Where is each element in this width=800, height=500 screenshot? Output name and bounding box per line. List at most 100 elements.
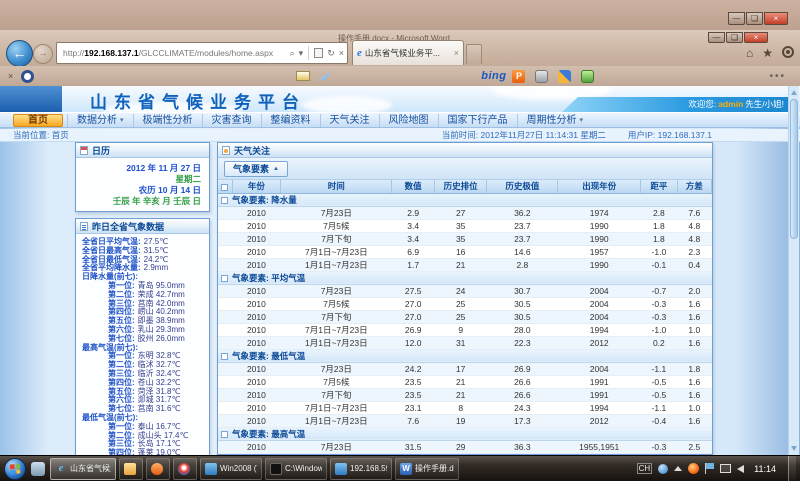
scrollbar-thumb[interactable] xyxy=(790,99,798,239)
maximize-icon[interactable]: ❏ xyxy=(726,32,743,43)
home-icon[interactable]: ⌂ xyxy=(746,46,753,60)
table-cell: 2.3 xyxy=(677,245,711,258)
favorites-star-icon[interactable]: ★ xyxy=(762,46,773,60)
tray-app-icon[interactable] xyxy=(658,464,668,474)
checkbox[interactable] xyxy=(221,197,228,204)
toolbar-more-icon[interactable]: ••• xyxy=(769,71,786,82)
scroll-down-icon[interactable] xyxy=(791,446,797,451)
close-icon[interactable]: × xyxy=(764,12,788,25)
table-cell: 2.9 xyxy=(392,206,434,219)
bing-logo[interactable]: bing xyxy=(481,70,506,82)
firefox-tray-icon[interactable] xyxy=(688,463,699,474)
checkbox[interactable] xyxy=(221,353,228,360)
action-center-flag-icon[interactable] xyxy=(705,463,714,474)
column-header: 方差 xyxy=(677,180,711,193)
checkbox[interactable] xyxy=(221,275,228,282)
taskbar-button-ie[interactable]: e山东省气候业... xyxy=(50,458,116,480)
table-row: 20107月23日2.92736.219742.87.6 xyxy=(218,206,712,219)
taskbar-button-folder[interactable] xyxy=(119,458,143,480)
group-header-row[interactable]: 气象要素: 最低气温 xyxy=(218,349,712,362)
rank-value: 临沭 32.7℃ xyxy=(138,360,181,369)
maximize-icon[interactable]: ❏ xyxy=(746,12,763,25)
taskbar-clock[interactable]: 11:14 xyxy=(754,464,776,474)
send-icon[interactable] xyxy=(316,71,331,82)
ie-icon: e xyxy=(55,463,67,475)
nav-item-1[interactable]: 数据分析▾ xyxy=(67,114,133,127)
pinned-app-icon[interactable] xyxy=(31,462,45,476)
weather-watch-panel: 天气关注 气象要素 ▲ 年份 时间 xyxy=(217,142,713,455)
table-cell: 2010 xyxy=(232,284,281,297)
yesterday-body: 全省日平均气温:27.5℃全省日最高气温:31.5℃全省日最低气温:24.2℃全… xyxy=(76,234,209,455)
element-selector-button[interactable]: 气象要素 ▲ xyxy=(224,161,288,177)
rank-value: 荣成 42.7mm xyxy=(138,290,185,299)
nav-item-7[interactable]: 国家下行产品 xyxy=(438,114,517,127)
nav-item-4[interactable]: 整编资料 xyxy=(261,114,320,127)
address-bar[interactable]: http://192.168.137.1/GLCCLIMATE/modules/… xyxy=(56,42,348,64)
plugin-paw-icon[interactable] xyxy=(558,70,571,83)
table-cell: 26.9 xyxy=(487,362,558,375)
tab-close-icon[interactable]: × xyxy=(454,48,459,58)
language-indicator[interactable]: CH xyxy=(637,463,653,474)
nav-item-5[interactable]: 天气关注 xyxy=(320,114,379,127)
close-icon[interactable]: × xyxy=(744,32,768,43)
browser-tab[interactable]: e 山东省气候业务平... × xyxy=(352,40,464,65)
nav-item-3[interactable]: 灾害查询 xyxy=(202,114,261,127)
back-button[interactable]: ← xyxy=(6,40,33,67)
tray-expand-icon[interactable] xyxy=(674,466,682,471)
network-icon[interactable] xyxy=(720,464,731,473)
refresh-icon[interactable]: ↻ xyxy=(327,48,335,59)
blocker-icon[interactable] xyxy=(21,70,34,83)
table-cell: 17.3 xyxy=(487,414,558,427)
volume-icon[interactable] xyxy=(737,465,744,473)
taskbar-button-word[interactable]: W操作手册.docx -... xyxy=(395,458,459,480)
checkbox[interactable] xyxy=(221,184,228,191)
table-cell: 19 xyxy=(434,414,487,427)
plugin-camera-icon[interactable] xyxy=(535,70,548,83)
mail-icon[interactable] xyxy=(296,71,310,81)
rank-value: 青岛 95.0mm xyxy=(138,281,185,290)
table-cell: -0.3 xyxy=(641,440,677,453)
minimize-icon[interactable]: — xyxy=(708,32,725,43)
plugin-group-icon[interactable] xyxy=(581,70,594,83)
group-header-row[interactable]: 气象要素: 平均气温 xyxy=(218,271,712,284)
gear-icon[interactable] xyxy=(782,46,794,58)
taskbar-button-console[interactable]: C:\Windows\s... xyxy=(265,458,327,480)
calendar-icon xyxy=(80,146,88,155)
taskbar-button-rdp[interactable]: 192.168.59.99... xyxy=(330,458,392,480)
minimize-icon[interactable]: — xyxy=(728,12,745,25)
calendar-body: 2012 年 11 月 27 日星期二农历 10 月 14 日壬辰 年 辛亥 月… xyxy=(76,158,209,207)
table-cell: 23.7 xyxy=(487,219,558,232)
rank-value: 长岛 17.1℃ xyxy=(138,439,181,448)
table-cell: -1.0 xyxy=(641,245,677,258)
table-cell: 26.9 xyxy=(392,323,434,336)
checkbox[interactable] xyxy=(221,431,228,438)
new-tab-button[interactable] xyxy=(466,44,482,64)
table-cell: 2012 xyxy=(558,414,641,427)
welcome-banner: 欢迎您:admin先生/小姐! xyxy=(562,97,794,112)
nav-item-8[interactable]: 周期性分析▾ xyxy=(517,114,593,127)
forward-button[interactable]: → xyxy=(33,44,53,64)
stop-icon[interactable]: × xyxy=(339,48,344,58)
table-cell: 1990 xyxy=(558,258,641,271)
taskbar-button-label: 操作手册.docx -... xyxy=(415,463,454,474)
chevron-down-icon[interactable]: ▾ xyxy=(299,48,304,59)
table-cell: 1991 xyxy=(558,388,641,401)
taskbar-button-browser[interactable] xyxy=(173,458,197,480)
rank-label: 第一位: xyxy=(108,422,135,431)
page-scrollbar[interactable] xyxy=(788,86,799,455)
toolbar-close-icon[interactable]: × xyxy=(8,71,13,81)
group-header-row[interactable]: 气象要素: 降水量 xyxy=(218,193,712,206)
start-button[interactable] xyxy=(4,458,26,480)
scroll-up-icon[interactable] xyxy=(791,90,797,95)
p-badge-icon[interactable]: P xyxy=(512,70,525,83)
taskbar-button-rdp[interactable]: Win2008 (VS2... xyxy=(200,458,262,480)
table-cell: 0.2 xyxy=(641,336,677,349)
search-icon[interactable]: ⌕ xyxy=(290,48,295,59)
show-desktop-button[interactable] xyxy=(788,456,796,482)
group-header-row[interactable]: 气象要素: 最高气温 xyxy=(218,427,712,440)
compatibility-view-icon[interactable] xyxy=(314,48,323,58)
nav-item-2[interactable]: 极端性分析 xyxy=(133,114,202,127)
nav-item-6[interactable]: 风险地图 xyxy=(379,114,438,127)
nav-item-0[interactable]: 首页 xyxy=(13,114,63,127)
taskbar-button-media[interactable] xyxy=(146,458,170,480)
